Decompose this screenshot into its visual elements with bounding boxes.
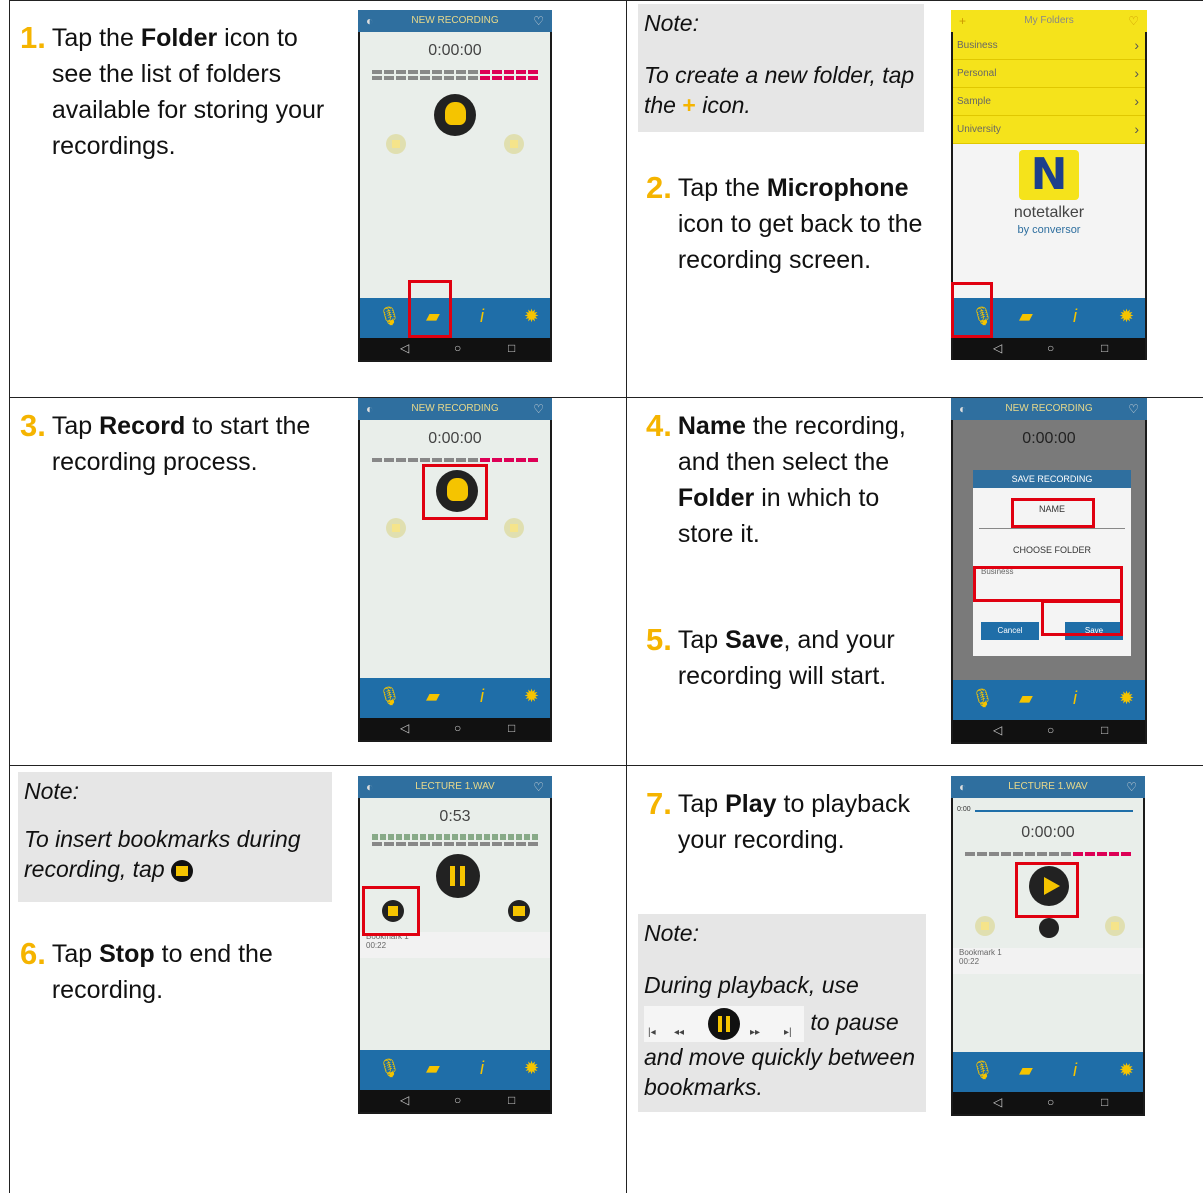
instruction-page: 1. Tap the Folder icon to see the list o… (0, 0, 1203, 1193)
folder-icon-highlight (408, 280, 452, 338)
name-field-highlight (1011, 498, 1095, 528)
phone-screenshot-2: +My Folders♡ Business Personal Sample Un… (951, 10, 1147, 360)
phone-screenshot-1: ◐ NEW RECORDING ♡ 0:00:00 🎙 ▰ i ✹ ◁ ○ □ (358, 10, 552, 362)
step-3: 3. Tap Record to start the recording pro… (20, 408, 311, 476)
bookmark-icon (508, 900, 530, 922)
record-button-highlight (422, 464, 488, 520)
step-number: 1. (20, 20, 46, 55)
play-button-highlight (1015, 862, 1079, 918)
table-left-border (9, 0, 10, 1193)
step-7: 7. Tap Play to playback your recording. (646, 786, 910, 854)
step-6: 6. Tap Stop to end the recording. (20, 936, 273, 1004)
step-4: 4. Name the recording, and then select t… (646, 408, 906, 548)
playback-controls-icon: |◂ ◂◂ ▸▸ ▸| (644, 1006, 804, 1042)
step-1: 1. Tap the Folder icon to see the list o… (20, 20, 330, 164)
note-new-folder: Note: To create a new folder, tap the + … (638, 4, 924, 132)
stop-button-highlight (362, 886, 420, 936)
microphone-icon-highlight (951, 282, 993, 338)
phone-screenshot-4: ◐ NEW RECORDING ♡ 0:00:00 SAVE RECORDING N… (951, 398, 1147, 744)
phone-screenshot-3: ◐ NEW RECORDING ♡ 0:00:00 🎙 ▰ i ✹ ◁ ○ □ (358, 398, 552, 742)
table-row-divider (9, 765, 1203, 766)
phone-screenshot-6: ◐ LECTURE 1.WAV ♡ 0:00 0:00:00 Bookmark 10… (951, 776, 1145, 1116)
notetalker-logo: N (1019, 150, 1079, 200)
phone-screenshot-5: ◐ LECTURE 1.WAV ♡ 0:53 Bookmark 1 00:22 🎙 ▰ i… (358, 776, 552, 1114)
pause-icon (436, 854, 480, 898)
note-bookmarks: Note: To insert bookmarks during recordi… (18, 772, 332, 902)
table-column-divider (626, 0, 627, 1193)
table-top-border (9, 0, 1203, 1)
note-playback: Note: During playback, use |◂ ◂◂ ▸▸ ▸| to … (638, 914, 926, 1112)
save-button-highlight (1041, 600, 1123, 636)
folder-select-highlight (973, 566, 1123, 602)
export-icon (1039, 918, 1059, 938)
plus-icon: + (682, 92, 696, 118)
record-button (434, 94, 476, 136)
step-2: 2. Tap the Microphone icon to get back t… (646, 170, 923, 274)
bookmark-icon (171, 859, 194, 882)
step-5: 5. Tap Save, and your recording will sta… (646, 622, 895, 690)
